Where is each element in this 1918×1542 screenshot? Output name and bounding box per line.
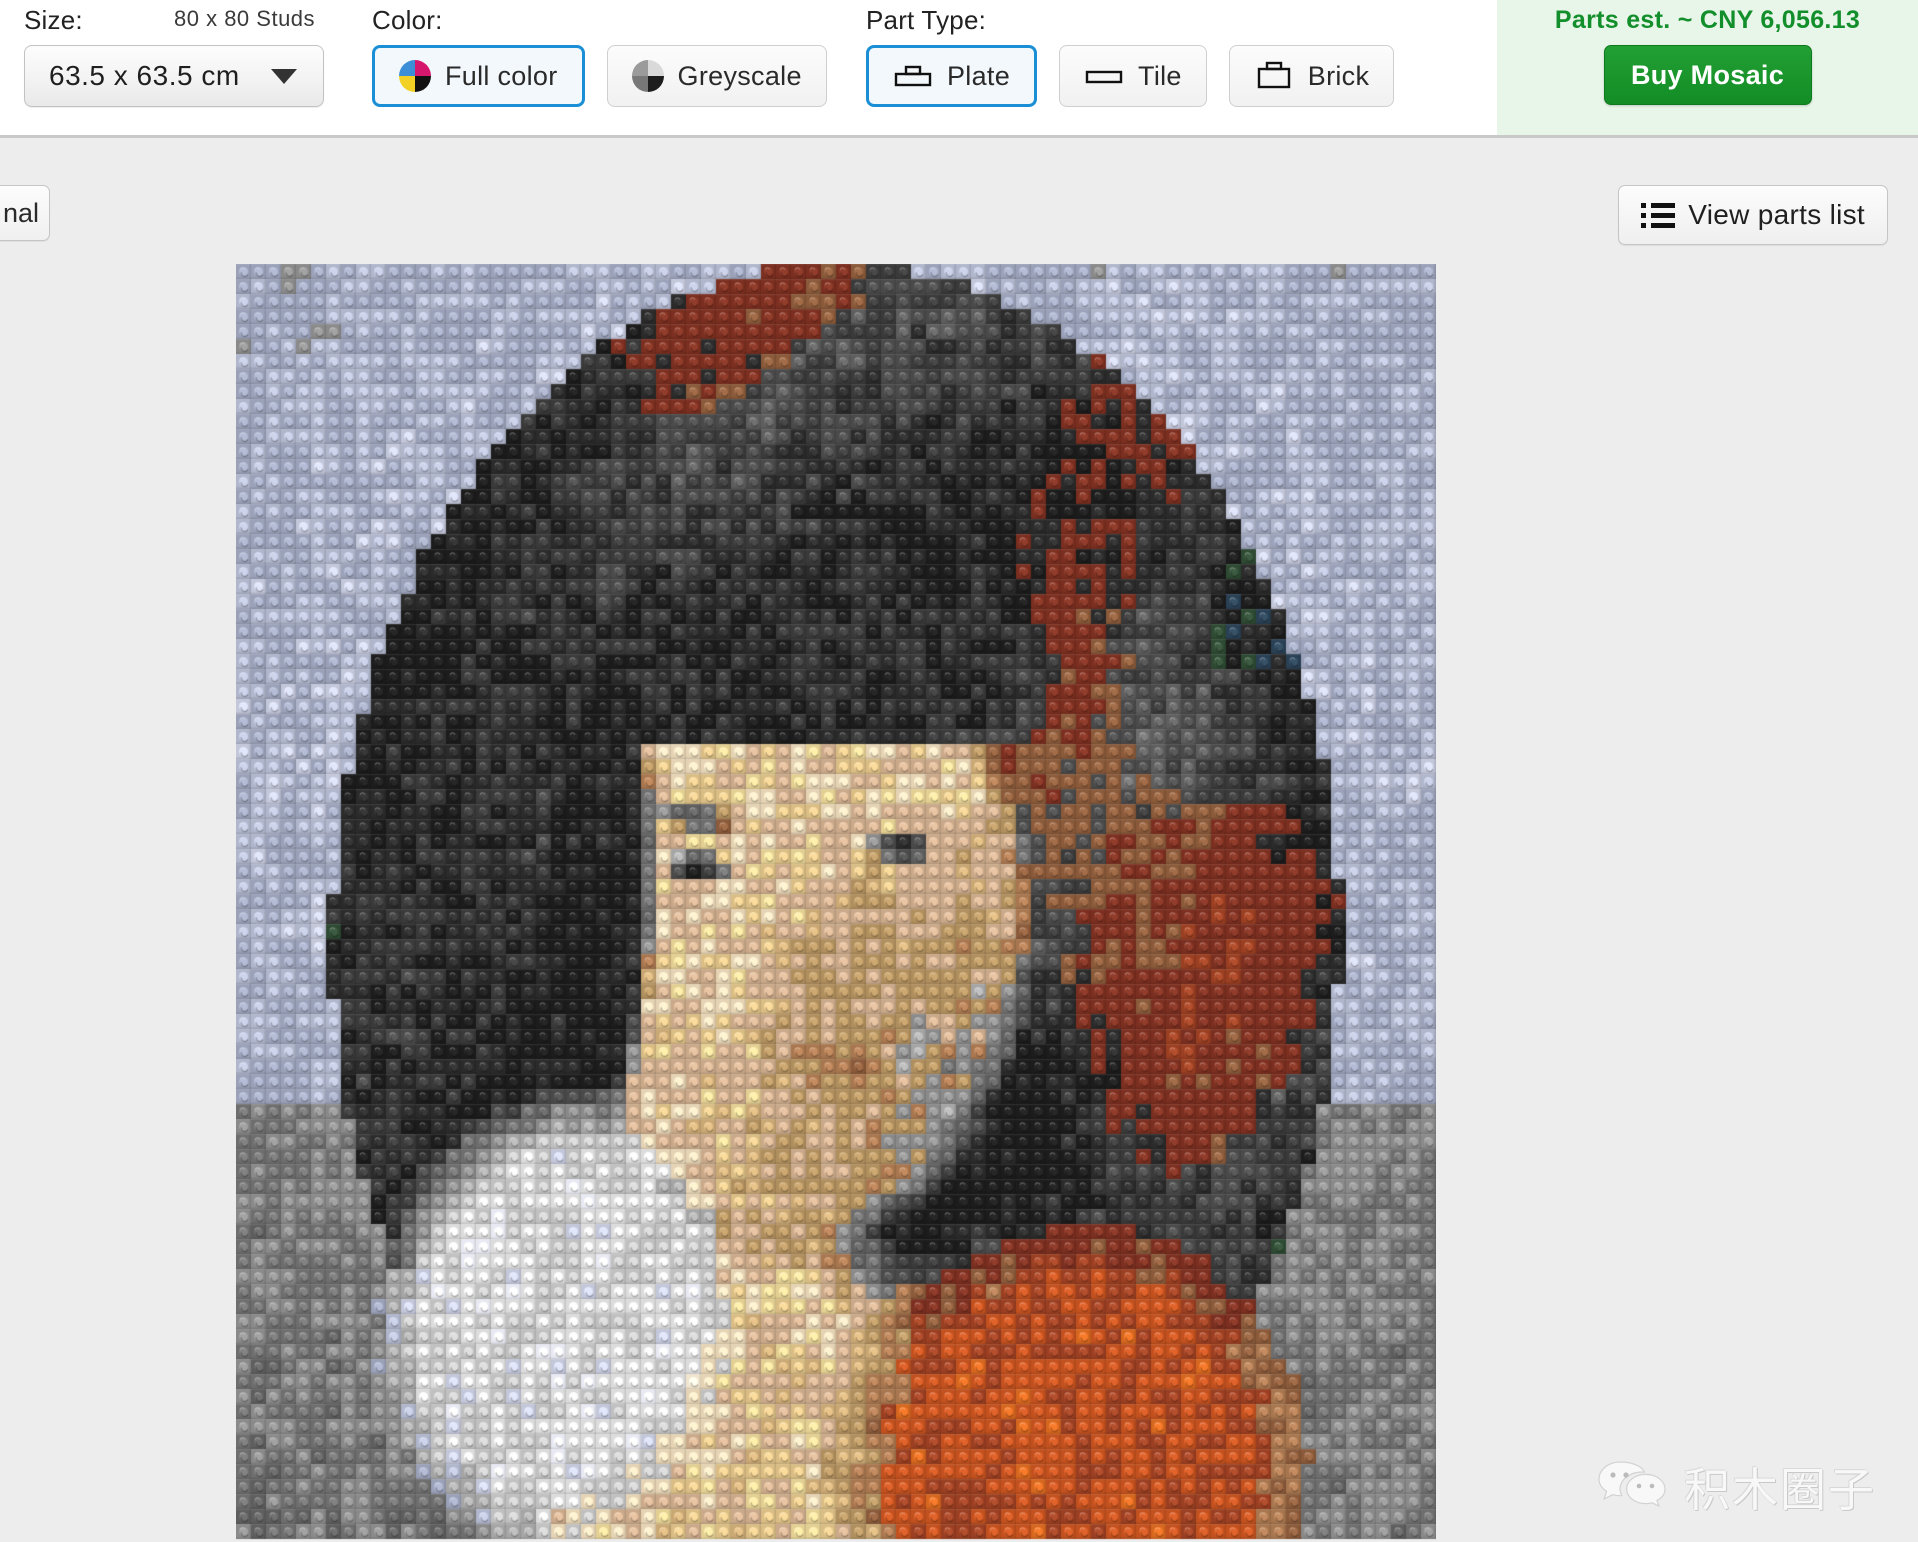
chevron-down-icon: [271, 68, 297, 84]
size-select[interactable]: 63.5 x 63.5 cm: [24, 45, 324, 107]
mosaic-preview[interactable]: [236, 264, 1436, 1542]
plate-icon: [894, 65, 932, 87]
top-toolbar: Size: 80 x 80 Studs 63.5 x 63.5 cm Color…: [0, 0, 1918, 138]
size-studs-value: 80 x 80 Studs: [174, 6, 316, 31]
part-type-label: Part Type:: [866, 5, 987, 35]
color-wheel-icon: [399, 60, 431, 92]
color-option-full-color[interactable]: Full color: [372, 45, 585, 107]
mosaic-canvas-area: 积木圈子: [0, 263, 1918, 1542]
part-type-option-label: Brick: [1307, 60, 1370, 91]
part-type-option-brick[interactable]: Brick: [1228, 45, 1395, 107]
greyscale-wheel-icon: [631, 60, 664, 92]
wechat-watermark: 积木圈子: [1596, 1454, 1876, 1520]
color-option-label: Greyscale: [677, 60, 802, 91]
part-type-option-plate[interactable]: Plate: [866, 45, 1038, 107]
tile-icon: [1085, 70, 1123, 84]
list-icon: [1641, 202, 1676, 228]
price-panel: Parts est. ~ CNY 6,056.13 Buy Mosaic: [1497, 0, 1918, 135]
view-parts-list-label: View parts list: [1688, 199, 1865, 230]
color-label: Color:: [372, 5, 443, 35]
parts-estimate-text: Parts est. ~ CNY 6,056.13: [1554, 6, 1861, 34]
buy-mosaic-button[interactable]: Buy Mosaic: [1603, 45, 1812, 105]
size-select-value: 63.5 x 63.5 cm: [49, 60, 240, 91]
size-label: Size:: [24, 5, 83, 35]
part-type-option-label: Plate: [947, 60, 1011, 91]
color-group: Color: Full color Greyscale: [372, 0, 827, 138]
view-parts-list-button[interactable]: View parts list: [1618, 185, 1888, 245]
color-option-greyscale[interactable]: Greyscale: [606, 45, 827, 107]
watermark-text: 积木圈子: [1684, 1463, 1876, 1517]
part-type-group: Part Type: Plate Tile Brick: [866, 0, 1466, 138]
color-option-label: Full color: [445, 60, 558, 91]
sub-toolbar: nal View parts list: [0, 138, 1918, 263]
size-group: Size: 80 x 80 Studs 63.5 x 63.5 cm: [24, 0, 354, 138]
brick-icon: [1257, 61, 1290, 89]
wechat-icon: [1598, 1461, 1666, 1508]
original-view-button[interactable]: nal: [0, 185, 50, 241]
part-type-option-label: Tile: [1138, 60, 1182, 91]
part-type-option-tile[interactable]: Tile: [1059, 45, 1207, 107]
